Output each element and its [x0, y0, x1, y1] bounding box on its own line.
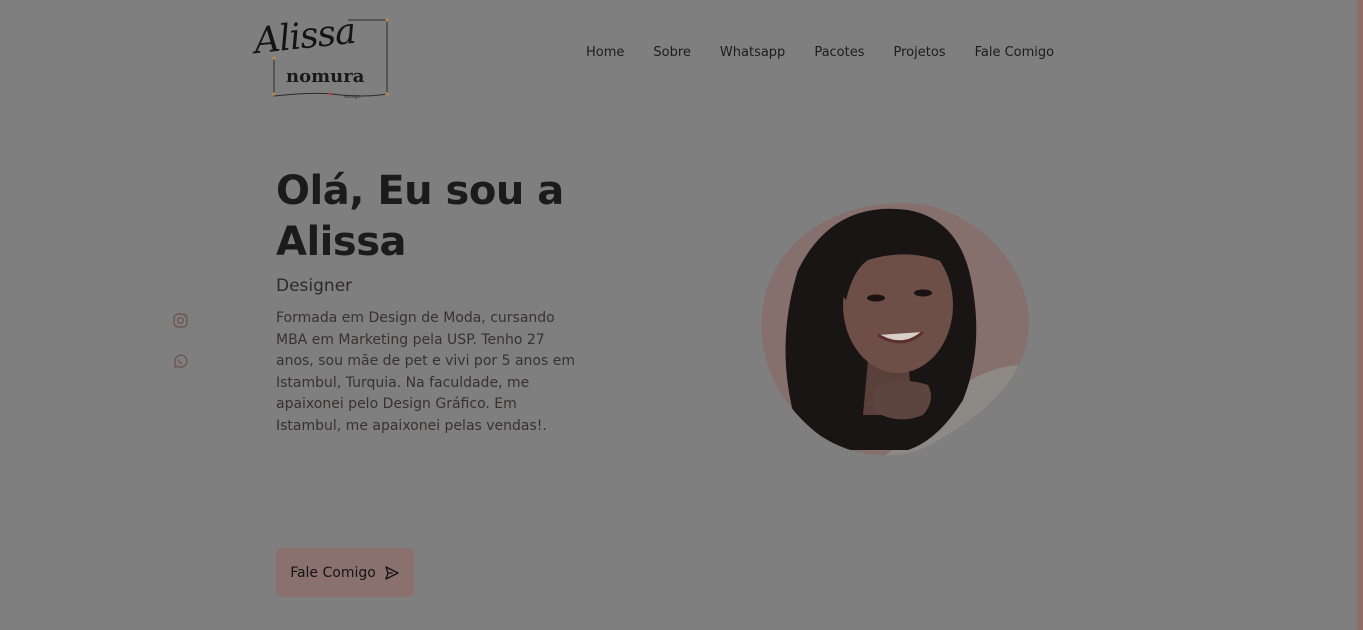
logo-subtext: design — [344, 94, 361, 100]
logo-wordmark: nomura — [286, 66, 365, 87]
main-nav: Home Sobre Whatsapp Pacotes Projetos Fal… — [586, 45, 1054, 60]
nav-projetos[interactable]: Projetos — [894, 45, 946, 60]
profile-photo — [761, 202, 1030, 456]
send-icon — [385, 565, 399, 580]
site-logo[interactable]: Alissa nomura design — [252, 10, 392, 102]
contact-button-label: Fale Comigo — [290, 564, 376, 581]
nav-pacotes[interactable]: Pacotes — [814, 45, 864, 60]
nav-whatsapp[interactable]: Whatsapp — [720, 45, 785, 60]
nav-home[interactable]: Home — [586, 45, 624, 60]
hero-title: Olá, Eu sou a Alissa — [276, 168, 564, 265]
whatsapp-icon[interactable] — [172, 353, 189, 374]
hero-role: Designer — [276, 276, 353, 296]
hero-description: Formada em Design de Moda, cursando MBA … — [276, 310, 575, 434]
nav-sobre[interactable]: Sobre — [653, 45, 691, 60]
nav-fale-comigo[interactable]: Fale Comigo — [975, 45, 1055, 60]
right-edge-accent — [1357, 0, 1363, 630]
contact-button[interactable]: Fale Comigo — [276, 548, 414, 597]
instagram-icon[interactable] — [172, 312, 189, 333]
